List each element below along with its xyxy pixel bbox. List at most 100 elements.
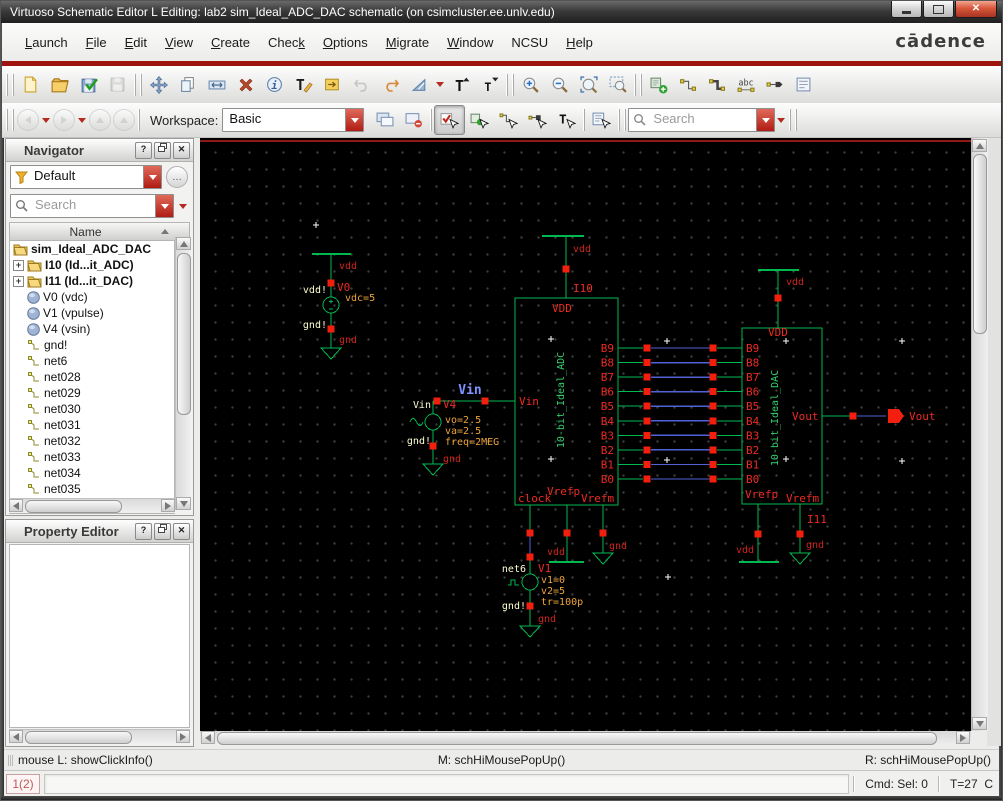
object-properties-icon[interactable]: i bbox=[260, 71, 289, 99]
tree-item[interactable]: sim_Ideal_ADC_DAC bbox=[10, 241, 174, 257]
menu-view[interactable]: View bbox=[156, 35, 202, 50]
property-editor-hscroll-thumb[interactable] bbox=[25, 731, 132, 744]
open-icon[interactable] bbox=[45, 71, 74, 99]
instance-v4-vsin[interactable]: Vin Vin V4 vo=2.5 va=2.5 freq=2MEG gnd! … bbox=[407, 383, 515, 476]
navigator-search-options-icon[interactable] bbox=[179, 203, 187, 209]
hide-windows-icon[interactable] bbox=[399, 106, 428, 134]
canvas-hscrollbar[interactable] bbox=[200, 731, 971, 746]
navigator-titlebar[interactable]: Navigator ? ✕ bbox=[6, 139, 193, 162]
canvas-vscroll-thumb[interactable] bbox=[973, 154, 987, 334]
filter-dropdown-icon[interactable] bbox=[143, 166, 161, 188]
canvas-scroll-down[interactable] bbox=[972, 717, 987, 730]
property-editor-help-button[interactable]: ? bbox=[135, 522, 152, 540]
tree-item[interactable]: net037 bbox=[10, 513, 174, 514]
create-wire-wide-icon[interactable] bbox=[702, 71, 731, 99]
data-bus[interactable]: B9 B9B8 B8B7 B7B6 B6B5 B5B4 B4B3 B3B2 B2B1 B1B0 B0 bbox=[601, 342, 760, 486]
create-pin-icon[interactable] bbox=[760, 71, 789, 99]
menu-window[interactable]: Window bbox=[438, 35, 502, 50]
menu-edit[interactable]: Edit bbox=[116, 35, 156, 50]
menu-options[interactable]: Options bbox=[314, 35, 377, 50]
menu-migrate[interactable]: Migrate bbox=[377, 35, 438, 50]
save-icon[interactable] bbox=[103, 71, 132, 99]
undo-icon[interactable] bbox=[347, 71, 376, 99]
select-wire-icon[interactable] bbox=[494, 106, 523, 134]
instance-i11-dac[interactable]: vdd VDD 10-bit_Ideal_DAC Vout Vrefp Vref… bbox=[736, 269, 936, 565]
create-wire-narrow-icon[interactable] bbox=[673, 71, 702, 99]
navigator-close-button[interactable]: ✕ bbox=[173, 141, 190, 159]
filter-more-button[interactable]: … bbox=[166, 166, 188, 188]
search-options-icon[interactable] bbox=[777, 117, 786, 123]
property-editor-scroll-right[interactable] bbox=[176, 730, 190, 743]
stretch-icon[interactable] bbox=[202, 71, 231, 99]
tree-item[interactable]: net028 bbox=[10, 369, 174, 385]
tree-item[interactable]: gnd! bbox=[10, 337, 174, 353]
select-label-icon[interactable]: T bbox=[552, 106, 581, 134]
navigator-scroll-left[interactable] bbox=[9, 499, 23, 512]
navigator-hscrollbar[interactable] bbox=[9, 498, 175, 513]
tree-item[interactable]: net035 bbox=[10, 481, 174, 497]
tree-item[interactable]: V4 (vsin) bbox=[10, 321, 174, 337]
edit-text-icon[interactable]: T bbox=[289, 71, 318, 99]
instance-v1-vpulse[interactable]: net6 V1 v1=0 v2=5 tr=100p gnd! gnd bbox=[502, 505, 583, 638]
tree-item[interactable]: V1 (vpulse) bbox=[10, 305, 174, 321]
menu-create[interactable]: Create bbox=[202, 35, 259, 50]
tree-item[interactable]: net031 bbox=[10, 417, 174, 433]
tree-item[interactable]: + I10 (Id...it_ADC) bbox=[10, 257, 174, 273]
menu-file[interactable]: File bbox=[77, 35, 116, 50]
canvas-scroll-left[interactable] bbox=[201, 731, 215, 744]
navigator-vscroll-thumb[interactable] bbox=[177, 253, 191, 415]
copy-icon[interactable] bbox=[173, 71, 202, 99]
new-cellview-icon[interactable] bbox=[16, 71, 45, 99]
select-mode-icon[interactable] bbox=[434, 105, 466, 135]
tree-item[interactable]: V0 (vdc) bbox=[10, 289, 174, 305]
canvas-scroll-right[interactable] bbox=[956, 731, 970, 744]
navigator-vscrollbar[interactable] bbox=[175, 237, 191, 510]
maximize-button[interactable] bbox=[923, 1, 954, 18]
move-icon[interactable] bbox=[144, 71, 173, 99]
zoom-fit-icon[interactable] bbox=[574, 71, 603, 99]
expand-icon[interactable]: + bbox=[13, 275, 24, 287]
zoom-to-area-icon[interactable] bbox=[603, 71, 632, 99]
canvas-scroll-up[interactable] bbox=[972, 139, 987, 152]
back-button[interactable] bbox=[17, 109, 39, 131]
toolbar-search-box[interactable]: Search bbox=[628, 108, 776, 132]
tree-item[interactable]: net034 bbox=[10, 465, 174, 481]
canvas-vscrollbar[interactable] bbox=[971, 138, 988, 731]
menu-help[interactable]: Help bbox=[557, 35, 602, 50]
zoom-in-icon[interactable] bbox=[516, 71, 545, 99]
close-button[interactable]: ✕ bbox=[955, 1, 997, 18]
property-editor-scroll-left[interactable] bbox=[9, 730, 23, 743]
minimize-button[interactable] bbox=[891, 1, 922, 18]
workspace-dropdown-icon[interactable] bbox=[345, 109, 364, 131]
tree-column-header[interactable]: Name bbox=[9, 222, 190, 241]
forward-history-icon[interactable] bbox=[78, 117, 86, 123]
navigator-scroll-up[interactable] bbox=[176, 237, 191, 250]
query-properties-icon[interactable] bbox=[587, 106, 616, 134]
menu-check[interactable]: Check bbox=[259, 35, 314, 50]
select-instance-icon[interactable] bbox=[465, 106, 494, 134]
tree-item[interactable]: net029 bbox=[10, 385, 174, 401]
navigator-search-dropdown-icon[interactable] bbox=[155, 195, 173, 217]
search-dropdown-icon[interactable] bbox=[756, 109, 775, 131]
create-note-icon[interactable] bbox=[789, 71, 818, 99]
property-editor-float-button[interactable] bbox=[154, 522, 171, 540]
back-history-icon[interactable] bbox=[42, 117, 50, 123]
tree-item[interactable]: + I11 (Id...it_DAC) bbox=[10, 273, 174, 289]
expand-icon[interactable]: + bbox=[13, 259, 24, 271]
redo-icon[interactable] bbox=[376, 71, 405, 99]
delete-icon[interactable] bbox=[231, 71, 260, 99]
canvas-hscroll-thumb[interactable] bbox=[217, 732, 937, 745]
zoom-scale-icon[interactable] bbox=[405, 71, 434, 99]
navigator-help-button[interactable]: ? bbox=[135, 141, 152, 159]
forward-button[interactable] bbox=[53, 109, 75, 131]
text-size-up-icon[interactable]: T bbox=[446, 71, 475, 99]
descend-edit-icon[interactable] bbox=[318, 71, 347, 99]
workspace-select[interactable]: Basic bbox=[222, 108, 365, 132]
tree-item[interactable]: net030 bbox=[10, 401, 174, 417]
schematic-canvas[interactable]: vdd vdd! V0 vdc=5 gnd! gnd Vin Vin V4 vo… bbox=[200, 138, 971, 731]
navigator-hscroll-thumb[interactable] bbox=[25, 500, 122, 513]
property-editor-close-button[interactable]: ✕ bbox=[173, 522, 190, 540]
tree-item[interactable]: net6 bbox=[10, 353, 174, 369]
tree-item[interactable]: net033 bbox=[10, 449, 174, 465]
toggle-toolbars-icon[interactable] bbox=[370, 106, 399, 134]
